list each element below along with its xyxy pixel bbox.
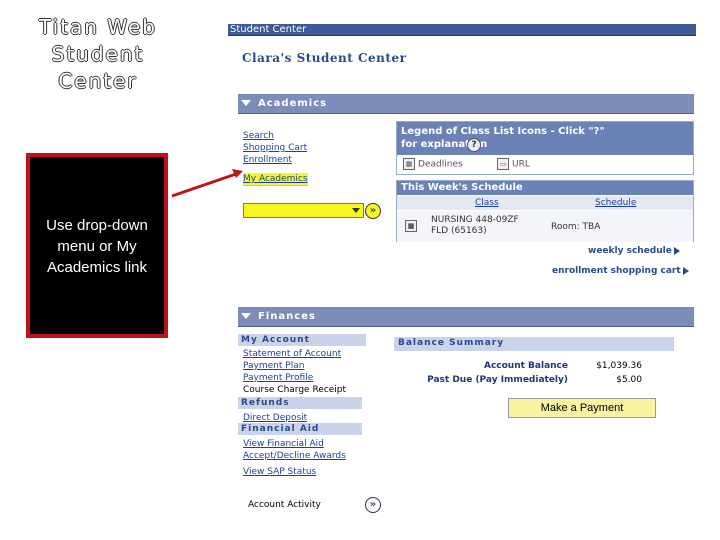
aid-links: View Financial Aid Accept/Decline Awards… [243,438,346,478]
statement-of-account-link[interactable]: Statement of Account [243,348,346,360]
col-schedule[interactable]: Schedule [595,197,636,209]
schedule-value: Room: TBA [551,222,601,232]
deadlines-icon: ▦ [403,158,415,170]
finances-label: Finances [258,311,316,322]
financial-aid-header: Financial Aid [238,423,362,435]
page-header-title: Student Center [230,24,307,35]
schedule-row: ▦ NURSING 448-09ZF FLD (65163) Room: TBA [397,211,693,242]
double-chevron-right-icon: » [369,205,377,216]
balance-summary-header: Balance Summary [394,337,674,351]
schedule-columns: Class Schedule [397,196,693,210]
financial-aid-label: Financial Aid [241,424,320,434]
slide-title: Titan Web Student Center [18,14,178,95]
double-chevron-right-icon: » [369,499,377,510]
past-due-label: Past Due (Pay Immediately) [427,375,568,385]
legend-url: ▭ URL [497,158,530,170]
payment-plan-link[interactable]: Payment Plan [243,360,346,372]
legend-box: Legend of Class List Icons - Click "?" f… [396,121,694,175]
accept-decline-awards-link[interactable]: Accept/Decline Awards [243,450,346,462]
callout-box: Use drop-down menu or My Academics link [26,153,168,338]
refunds-label: Refunds [241,398,290,408]
past-due-row: Past Due (Pay Immediately) $5.00 [394,374,674,388]
col-class[interactable]: Class [475,197,499,209]
shopping-cart-link[interactable]: Shopping Cart [243,142,308,154]
make-payment-button[interactable]: Make a Payment [508,398,656,418]
schedule-header: This Week's Schedule [397,181,693,195]
balance-summary-title: Balance Summary [398,338,505,348]
schedule-title: This Week's Schedule [401,182,523,193]
account-links: Statement of Account Payment Plan Paymen… [243,348,346,396]
chevron-down-icon [352,208,360,213]
shopping-cart-right-label: enrollment shopping cart [552,266,681,276]
arrow-right-icon [673,246,680,255]
legend-title: Legend of Class List Icons - Click "?" f… [401,126,605,150]
academics-nav: Search Shopping Cart Enrollment My Acade… [243,130,308,186]
view-sap-status-link[interactable]: View SAP Status [243,466,346,478]
collapse-triangle-icon[interactable] [241,100,251,106]
class-line2: FLD (65163) [431,226,487,236]
slide-title-line2: Student [51,42,145,66]
slide-title-line1: Titan Web [39,15,157,39]
payment-profile-link[interactable]: Payment Profile [243,372,346,384]
account-balance-value: $1,039.36 [596,361,642,371]
page-title: Clara's Student Center [242,51,407,65]
class-details-icon[interactable]: ▦ [405,220,417,232]
url-label: URL [512,159,530,170]
help-icon[interactable]: ? [467,138,481,152]
course-charge-receipt[interactable]: Course Charge Receipt [243,384,346,396]
collapse-triangle-icon[interactable] [241,313,251,319]
shopping-cart-right-link[interactable]: enrollment shopping cart [552,266,689,276]
view-financial-aid-link[interactable]: View Financial Aid [243,438,346,450]
arrow-right-icon [682,266,689,275]
academics-section-bar[interactable]: Academics [238,94,694,114]
go-button[interactable]: » [365,203,381,219]
slide-title-line3: Center [58,69,138,93]
finances-section-bar[interactable]: Finances [238,307,694,327]
legend-header: Legend of Class List Icons - Click "?" f… [397,122,693,155]
academics-label: Academics [258,98,328,109]
account-balance-row: Account Balance $1,039.36 [394,360,674,374]
url-icon: ▭ [497,158,509,170]
weekly-schedule-label: weekly schedule [588,246,672,256]
my-academics-link[interactable]: My Academics [243,173,308,186]
my-account-label: My Account [241,335,310,345]
account-balance-label: Account Balance [483,361,568,371]
academics-dropdown[interactable] [243,203,364,218]
account-activity-go-button[interactable]: » [365,497,381,513]
deadlines-label: Deadlines [418,159,463,170]
legend-deadlines: ▦ Deadlines [403,158,463,170]
weekly-schedule-link[interactable]: weekly schedule [588,246,680,256]
callout-text: Use drop-down menu or My Academics link [46,217,148,276]
account-activity-label: Account Activity [248,500,321,510]
page-header: Student Center [228,24,696,36]
my-account-header: My Account [238,334,366,346]
past-due-value: $5.00 [616,375,642,385]
search-link[interactable]: Search [243,130,308,142]
refunds-header: Refunds [238,397,362,409]
schedule-box: This Week's Schedule Class Schedule ▦ NU… [396,180,694,242]
enrollment-link[interactable]: Enrollment [243,154,308,166]
